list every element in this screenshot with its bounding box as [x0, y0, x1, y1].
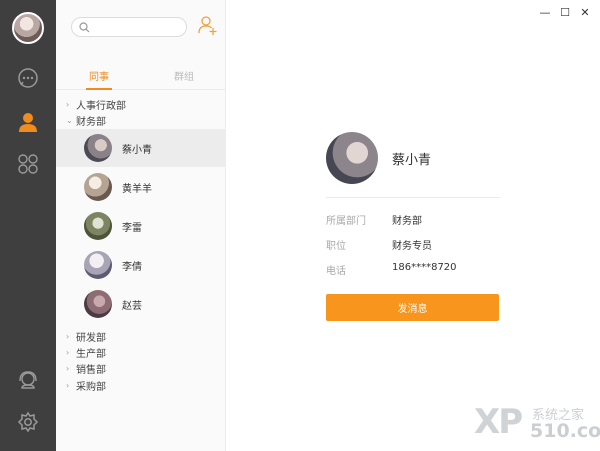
dept-item-sales[interactable]: › 销售部	[66, 360, 106, 376]
avatar	[84, 290, 112, 318]
profile-area: — ☐ ✕ 蔡小青 所属部门 财务部 职位 财务专员 电话 186****872…	[226, 0, 600, 451]
avatar	[84, 251, 112, 279]
search-input[interactable]	[92, 20, 182, 34]
field-value: 186****8720	[392, 262, 457, 273]
field-label: 职位	[326, 241, 346, 252]
field-value: 财务专员	[392, 241, 432, 252]
field-label: 电话	[326, 266, 346, 277]
send-message-button[interactable]: 发消息	[326, 294, 499, 321]
watermark: XP 系统之家 510.com	[474, 398, 600, 446]
member-item[interactable]: 黄羊羊	[56, 168, 226, 206]
contacts-panel: 同事 群组 › 人事行政部 ⌄ 财务部 蔡小青 黄羊羊 李雷 李倩 赵芸 › 研…	[56, 0, 226, 451]
dept-label: 销售部	[76, 364, 106, 376]
avatar	[84, 173, 112, 201]
settings-icon[interactable]	[16, 410, 40, 434]
dept-label: 采购部	[76, 381, 106, 393]
add-contact-icon[interactable]	[197, 14, 219, 36]
tab-groups[interactable]: 群组	[174, 68, 194, 83]
field-label: 所属部门	[326, 216, 366, 227]
maximize-button[interactable]: ☐	[558, 6, 572, 20]
dept-label: 财务部	[76, 116, 106, 128]
dept-label: 生产部	[76, 348, 106, 360]
member-item[interactable]: 李倩	[56, 246, 226, 284]
close-button[interactable]: ✕	[578, 6, 592, 20]
member-name: 李倩	[122, 261, 142, 273]
dept-item-hr[interactable]: › 人事行政部	[66, 96, 126, 112]
chevron-right-icon: ›	[66, 380, 70, 390]
profile-name: 蔡小青	[392, 153, 432, 168]
dept-item-rd[interactable]: › 研发部	[66, 328, 106, 344]
contacts-icon[interactable]	[16, 110, 40, 134]
member-name: 李雷	[122, 222, 142, 234]
member-name: 赵芸	[122, 300, 142, 312]
profile-avatar	[326, 132, 378, 184]
minimize-button[interactable]: —	[538, 6, 552, 20]
member-name: 蔡小青	[122, 144, 152, 156]
avatar	[84, 212, 112, 240]
dept-label: 人事行政部	[76, 100, 126, 112]
chevron-right-icon: ›	[66, 347, 70, 357]
avatar	[84, 134, 112, 162]
apps-icon[interactable]	[16, 152, 40, 176]
tab-colleagues[interactable]: 同事	[86, 68, 112, 90]
dept-label: 研发部	[76, 332, 106, 344]
member-item[interactable]: 蔡小青	[56, 129, 226, 167]
dept-item-purchasing[interactable]: › 采购部	[66, 377, 106, 393]
member-item[interactable]: 李雷	[56, 207, 226, 245]
contact-tabs: 同事 群组	[56, 60, 226, 90]
chevron-down-icon: ⌄	[66, 115, 73, 125]
search-icon	[79, 22, 90, 36]
field-value: 财务部	[392, 216, 422, 227]
watermark-logo: XP	[474, 402, 523, 442]
member-name: 黄羊羊	[122, 183, 152, 195]
search-box[interactable]	[71, 17, 187, 37]
my-avatar[interactable]	[12, 12, 44, 44]
left-rail	[0, 0, 56, 451]
chat-icon[interactable]	[16, 66, 40, 90]
dept-item-production[interactable]: › 生产部	[66, 344, 106, 360]
watermark-site: 510.com	[530, 420, 600, 442]
chevron-right-icon: ›	[66, 99, 70, 109]
member-item[interactable]: 赵芸	[56, 285, 226, 323]
divider	[326, 197, 500, 198]
headset-icon[interactable]	[16, 368, 40, 392]
dept-item-finance[interactable]: ⌄ 财务部	[66, 112, 106, 128]
chevron-right-icon: ›	[66, 331, 70, 341]
chevron-right-icon: ›	[66, 363, 70, 373]
